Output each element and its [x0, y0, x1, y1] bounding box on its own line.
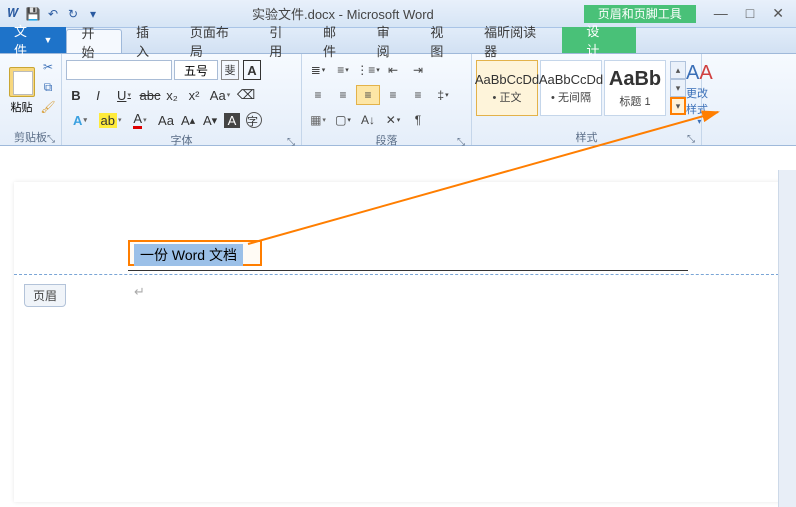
- paste-button[interactable]: 粘贴: [4, 56, 39, 126]
- tab-view[interactable]: 视图: [416, 29, 470, 53]
- group-clipboard: 粘贴 ✂ ⧉ 🖌 剪贴板⤡: [0, 54, 62, 145]
- header-section-tag[interactable]: 页眉: [24, 284, 66, 307]
- group-label-font: 字体⤡: [66, 132, 297, 148]
- sort-button[interactable]: A↓: [356, 110, 380, 130]
- increase-indent-button[interactable]: ⇥: [406, 60, 430, 80]
- align-justify-button[interactable]: ≡: [381, 85, 405, 105]
- enclose-char-button[interactable]: 字: [244, 110, 264, 130]
- style-nospace[interactable]: AaBbCcDd • 无间隔: [540, 60, 602, 116]
- align-left-button[interactable]: ≡: [306, 85, 330, 105]
- bullets-button[interactable]: ≣▾: [306, 60, 330, 80]
- italic-button[interactable]: I: [88, 85, 108, 105]
- gallery-down-icon[interactable]: ▾: [670, 79, 686, 97]
- document-area: 一份 Word 文档 页眉 ↵: [0, 170, 796, 507]
- grow-font-button[interactable]: A▴: [178, 110, 198, 130]
- subscript-button[interactable]: x₂: [162, 85, 182, 105]
- asian-layout-button[interactable]: ✕▾: [381, 110, 405, 130]
- vertical-scrollbar[interactable]: [778, 170, 796, 507]
- phonetic-guide-button[interactable]: 斐: [220, 60, 240, 80]
- char-shading-button[interactable]: A: [222, 110, 242, 130]
- line-spacing-button[interactable]: ‡▾: [431, 85, 455, 105]
- ribbon: 粘贴 ✂ ⧉ 🖌 剪贴板⤡ 斐 A B I U▾ abc x₂: [0, 54, 796, 146]
- tab-home[interactable]: 开始: [66, 29, 122, 53]
- borders-button[interactable]: ▢▾: [331, 110, 355, 130]
- tab-review[interactable]: 审阅: [363, 29, 417, 53]
- tab-mailings[interactable]: 邮件: [309, 29, 363, 53]
- gallery-more-icon[interactable]: ▾: [670, 97, 686, 115]
- tab-foxit[interactable]: 福昕阅读器: [470, 29, 562, 53]
- ribbon-tabs: 文件▼ 开始 插入 页面布局 引用 邮件 审阅 视图 福昕阅读器 设计: [0, 28, 796, 54]
- decrease-indent-button[interactable]: ⇤: [381, 60, 405, 80]
- para-launcher-icon[interactable]: ⤡: [457, 137, 465, 148]
- group-styles: AaBbCcDd • 正文 AaBbCcDd • 无间隔 AaBb 标题 1 ▴…: [472, 54, 702, 145]
- char-border-button[interactable]: A: [242, 60, 262, 80]
- distribute-button[interactable]: ≡: [406, 85, 430, 105]
- bold-button[interactable]: B: [66, 85, 86, 105]
- text-effects-button[interactable]: A▾: [66, 110, 94, 130]
- char-scale-button[interactable]: Aa: [156, 110, 176, 130]
- style-normal[interactable]: AaBbCcDd • 正文: [476, 60, 538, 116]
- shrink-font-button[interactable]: A▾: [200, 110, 220, 130]
- tab-layout[interactable]: 页面布局: [176, 29, 255, 53]
- paste-icon: [9, 67, 35, 97]
- contextual-tab-label: 页眉和页脚工具: [584, 5, 696, 23]
- quick-access-toolbar: 𝑾 💾 ↶ ↻ ▾: [4, 5, 102, 23]
- change-styles-icon: AA: [686, 62, 713, 85]
- paragraph-mark-icon: ↵: [134, 284, 145, 300]
- align-right-button[interactable]: ≡: [356, 85, 380, 105]
- strikethrough-button[interactable]: abc: [140, 85, 160, 105]
- group-label-paragraph: 段落⤡: [306, 132, 467, 148]
- font-size-input[interactable]: [174, 60, 218, 80]
- change-case-button[interactable]: Aa▾: [206, 85, 234, 105]
- format-painter-icon[interactable]: 🖌: [39, 98, 57, 116]
- undo-icon[interactable]: ↶: [44, 5, 62, 23]
- header-underline: [128, 270, 688, 271]
- tab-references[interactable]: 引用: [255, 29, 309, 53]
- paste-label: 粘贴: [11, 99, 33, 115]
- window-title: 实验文件.docx - Microsoft Word: [102, 4, 584, 23]
- tab-file[interactable]: 文件▼: [0, 27, 66, 53]
- style-heading1[interactable]: AaBb 标题 1: [604, 60, 666, 116]
- window-controls: — □ ✕: [714, 5, 784, 22]
- page[interactable]: 一份 Word 文档 页眉 ↵: [14, 182, 784, 502]
- font-launcher-icon[interactable]: ⤡: [287, 137, 295, 148]
- word-icon[interactable]: 𝑾: [4, 5, 22, 23]
- header-boundary: [14, 274, 784, 275]
- clipboard-launcher-icon[interactable]: ⤡: [47, 134, 55, 145]
- numbering-button[interactable]: ≡▾: [331, 60, 355, 80]
- group-paragraph: ≣▾ ≡▾ ⋮≡▾ ⇤ ⇥ ≡ ≡ ≡ ≡ ≡ ‡▾ ▦▾ ▢▾ A↓ ✕▾ ¶: [302, 54, 472, 145]
- tab-insert[interactable]: 插入: [122, 29, 176, 53]
- gallery-up-icon[interactable]: ▴: [670, 61, 686, 79]
- clear-format-button[interactable]: ⌫: [236, 85, 256, 105]
- maximize-icon[interactable]: □: [746, 5, 754, 22]
- save-icon[interactable]: 💾: [24, 5, 42, 23]
- font-color-button[interactable]: A▾: [126, 110, 154, 130]
- underline-button[interactable]: U▾: [110, 85, 138, 105]
- qat-dropdown-icon[interactable]: ▾: [84, 5, 102, 23]
- change-styles-button[interactable]: AA 更改样式 ▾: [686, 56, 713, 129]
- highlight-button[interactable]: ab▾: [96, 110, 124, 130]
- copy-icon[interactable]: ⧉: [39, 78, 57, 96]
- redo-icon[interactable]: ↻: [64, 5, 82, 23]
- superscript-button[interactable]: x²: [184, 85, 204, 105]
- header-text-selected[interactable]: 一份 Word 文档: [134, 244, 243, 266]
- font-name-input[interactable]: [66, 60, 172, 80]
- tab-design[interactable]: 设计: [562, 27, 636, 53]
- multilevel-button[interactable]: ⋮≡▾: [356, 60, 380, 80]
- align-center-button[interactable]: ≡: [331, 85, 355, 105]
- minimize-icon[interactable]: —: [714, 5, 728, 22]
- show-marks-button[interactable]: ¶: [406, 110, 430, 130]
- cut-icon[interactable]: ✂: [39, 58, 57, 76]
- group-label-styles: 样式⤡: [476, 129, 697, 145]
- group-font: 斐 A B I U▾ abc x₂ x² Aa▾ ⌫ A▾ ab▾ A▾ Aa …: [62, 54, 302, 145]
- group-label-clipboard: 剪贴板⤡: [4, 129, 57, 145]
- shading-button[interactable]: ▦▾: [306, 110, 330, 130]
- styles-launcher-icon[interactable]: ⤡: [687, 134, 695, 145]
- style-gallery: AaBbCcDd • 正文 AaBbCcDd • 无间隔 AaBb 标题 1 ▴…: [476, 56, 686, 116]
- close-icon[interactable]: ✕: [772, 5, 784, 22]
